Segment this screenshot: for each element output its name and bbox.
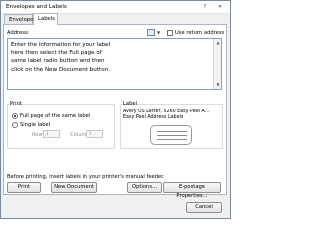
- print-button[interactable]: Print: [7, 182, 41, 193]
- single-label-label: Single label: [20, 122, 51, 128]
- column-stepper[interactable]: 1: [86, 130, 103, 138]
- address-label: Address:: [7, 30, 30, 36]
- address-textarea[interactable]: Enter the information for your label her…: [7, 38, 222, 90]
- chevron-down-icon[interactable]: ▼: [157, 29, 160, 36]
- scroll-up-icon[interactable]: ▲: [214, 39, 222, 47]
- label-group-label: Label: [123, 101, 137, 107]
- label-preview[interactable]: [150, 125, 192, 145]
- full-page-radio[interactable]: [12, 113, 18, 119]
- address-scrollbar[interactable]: ▲ ▼: [213, 39, 221, 89]
- use-return-address-checkbox[interactable]: [167, 30, 173, 36]
- help-icon[interactable]: ?: [199, 3, 211, 11]
- epostage-properties-button[interactable]: E-postage Properties...: [163, 182, 221, 199]
- close-icon[interactable]: ✕: [214, 3, 226, 11]
- label-preview-line: [157, 135, 187, 136]
- new-document-button[interactable]: New Document: [51, 182, 97, 193]
- label-preview-line: [157, 139, 187, 140]
- options-button[interactable]: Options...: [127, 182, 162, 193]
- scroll-down-icon[interactable]: ▼: [214, 81, 222, 89]
- tab-labels[interactable]: Labels: [33, 13, 58, 25]
- single-label-radio[interactable]: [12, 122, 18, 128]
- full-page-label: Full page of the same label: [20, 113, 91, 119]
- tab-envelopes[interactable]: Envelopes: [4, 14, 36, 24]
- label-type-line: Easy Peel Address Labels: [123, 115, 184, 121]
- manual-feeder-note: Before printing, insert labels in your p…: [7, 174, 165, 180]
- dialog-title: Envelopes and Labels: [6, 4, 67, 10]
- label-preview-line: [157, 131, 187, 132]
- label-info[interactable]: Avery US Letter, 5260 Easy Peel A... Eas…: [123, 109, 220, 122]
- row-stepper[interactable]: 1: [43, 130, 60, 138]
- cancel-button[interactable]: Cancel: [186, 202, 222, 213]
- address-book-icon[interactable]: [147, 29, 155, 36]
- use-return-address-label: Use return address: [175, 30, 225, 36]
- print-group-label: Print: [10, 101, 22, 107]
